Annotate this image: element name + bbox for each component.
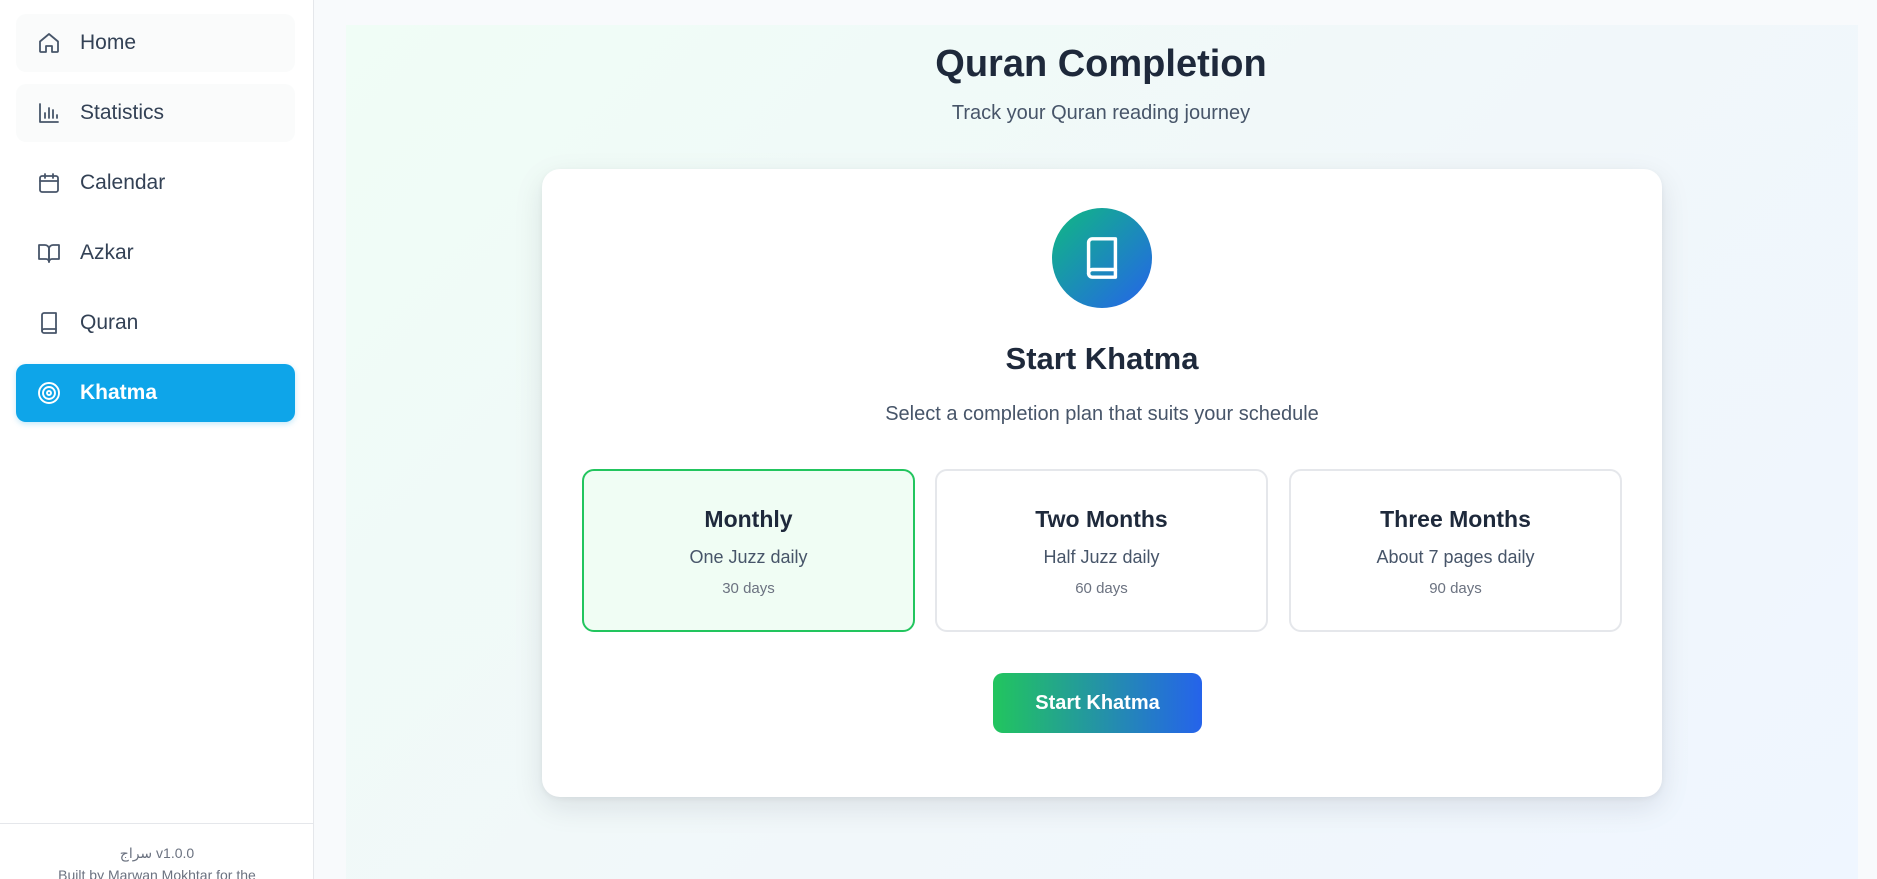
plan-description: Half Juzz daily	[1043, 547, 1160, 567]
khatma-card: Start Khatma Select a completion plan th…	[542, 169, 1662, 797]
sidebar-item-label: Quran	[80, 311, 139, 334]
book-icon	[36, 310, 62, 336]
book-icon	[1052, 208, 1152, 308]
sidebar: Home Statistics Calendar Azkar Quran Kha…	[0, 0, 314, 879]
card-subtitle: Select a completion plan that suits your…	[885, 403, 1319, 425]
sidebar-item-azkar[interactable]: Azkar	[16, 224, 295, 282]
sidebar-footer: سراج v1.0.0 Built by Marwan Mokhtar for …	[0, 823, 314, 879]
plan-duration: 30 days	[722, 580, 775, 597]
app-credit: Built by Marwan Mokhtar for the	[58, 867, 256, 879]
page-title: Quran Completion	[935, 43, 1267, 85]
app-root: Home Statistics Calendar Azkar Quran Kha…	[0, 0, 1877, 879]
page-subtitle: Track your Quran reading journey	[951, 102, 1251, 124]
calendar-icon	[36, 170, 62, 196]
bar-chart-icon	[36, 100, 62, 126]
plan-name: Two Months	[1035, 506, 1168, 532]
sidebar-item-label: Azkar	[80, 241, 134, 264]
plan-description: One Juzz daily	[689, 547, 808, 567]
plan-name: Monthly	[704, 506, 793, 532]
sidebar-item-label: Khatma	[80, 381, 158, 404]
target-icon	[36, 380, 62, 406]
main-content: Quran Completion Track your Quran readin…	[346, 25, 1858, 879]
plan-monthly[interactable]: Monthly One Juzz daily 30 days	[582, 469, 915, 632]
plan-three-months[interactable]: Three Months About 7 pages daily 90 days	[1289, 469, 1622, 632]
sidebar-item-calendar[interactable]: Calendar	[16, 154, 295, 212]
open-book-icon	[36, 240, 62, 266]
sidebar-item-home[interactable]: Home	[16, 14, 295, 72]
sidebar-item-label: Home	[80, 31, 137, 54]
plan-name: Three Months	[1380, 506, 1531, 532]
start-khatma-button[interactable]: Start Khatma	[993, 673, 1202, 733]
sidebar-item-quran[interactable]: Quran	[16, 294, 295, 352]
sidebar-item-label: Statistics	[80, 101, 165, 124]
plan-description: About 7 pages daily	[1376, 547, 1535, 567]
plan-duration: 60 days	[1075, 580, 1128, 597]
sidebar-item-statistics[interactable]: Statistics	[16, 84, 295, 142]
plan-duration: 90 days	[1429, 580, 1482, 597]
sidebar-item-khatma[interactable]: Khatma	[16, 364, 295, 422]
home-icon	[36, 30, 62, 56]
plan-two-months[interactable]: Two Months Half Juzz daily 60 days	[935, 469, 1268, 632]
card-title: Start Khatma	[1005, 341, 1199, 376]
sidebar-item-label: Calendar	[80, 171, 166, 194]
app-version: سراج v1.0.0	[119, 845, 195, 861]
